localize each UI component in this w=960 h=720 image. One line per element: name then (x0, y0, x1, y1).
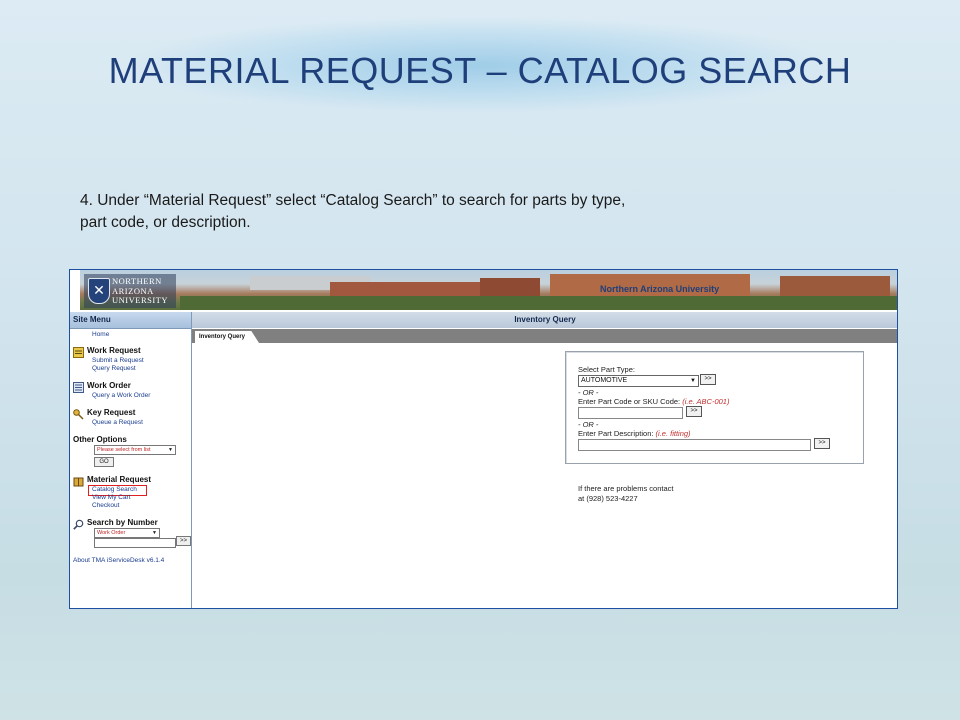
site-menu-sidebar: Site Menu Home Work Request Submit a Req… (70, 312, 192, 608)
notepad-icon (73, 347, 84, 358)
other-options-go-button[interactable]: GO (94, 457, 114, 467)
or-separator: - OR - (578, 388, 599, 397)
sidebar-link-view-my-cart[interactable]: View My Cart (92, 494, 131, 501)
inventory-query-form: Select Part Type: AUTOMOTIVE ▼ >> - OR -… (565, 351, 864, 464)
contact-info: If there are problems contact at (928) 5… (578, 484, 673, 503)
shield-icon: ✕ (88, 278, 110, 304)
part-type-label: Select Part Type: (578, 365, 635, 374)
instruction-text: 4. Under “Material Request” select “Cata… (80, 192, 626, 231)
part-type-go-button[interactable]: >> (700, 374, 716, 385)
search-number-input[interactable] (94, 538, 176, 548)
part-type-value: AUTOMOTIVE (581, 377, 628, 384)
key-request-title: Key Request (87, 408, 136, 417)
banner-site-name: Northern Arizona University (600, 284, 720, 294)
slide-title: MATERIAL REQUEST – CATALOG SEARCH (108, 50, 852, 91)
dropdown-arrow-icon: ▼ (168, 447, 173, 453)
search-number-go-button[interactable]: >> (176, 536, 191, 546)
search-number-type-select[interactable]: Work Order ▼ (94, 528, 160, 538)
magnifier-icon (73, 519, 84, 530)
key-icon (73, 409, 84, 420)
part-code-label: Enter Part Code or SKU Code: (i.e. ABC-0… (578, 397, 729, 406)
part-code-go-button[interactable]: >> (686, 406, 702, 417)
part-description-input[interactable] (578, 439, 811, 451)
logo-line: UNIVERSITY (112, 295, 168, 305)
dropdown-arrow-icon: ▼ (152, 530, 157, 536)
main-header: Inventory Query (192, 312, 897, 328)
sidebar-link-checkout[interactable]: Checkout (92, 502, 119, 509)
site-banner: ✕ NORTHERN ARIZONA UNIVERSITY Northern A… (80, 270, 897, 310)
material-request-title: Material Request (87, 475, 152, 484)
part-code-label-text: Enter Part Code or SKU Code: (578, 397, 681, 406)
sidebar-link-submit-request[interactable]: Submit a Request (92, 357, 144, 364)
contact-phone: at (928) 523-4227 (578, 493, 638, 503)
part-code-hint: (i.e. ABC-001) (682, 397, 730, 406)
about-link[interactable]: About TMA iServiceDesk v6.1.4 (73, 557, 164, 564)
tab-bar: Inventory Query (192, 329, 897, 343)
part-description-label-text: Enter Part Description: (578, 429, 654, 438)
sidebar-link-query-work-order[interactable]: Query a Work Order (92, 392, 150, 399)
part-description-hint: (i.e. fitting) (655, 429, 691, 438)
part-description-go-button[interactable]: >> (814, 438, 830, 449)
app-screenshot: ✕ NORTHERN ARIZONA UNIVERSITY Northern A… (69, 269, 898, 609)
sidebar-link-query-request[interactable]: Query Request (92, 365, 136, 372)
other-options-select[interactable]: Please select from list ▼ (94, 445, 176, 455)
search-number-type-value: Work Order (97, 530, 126, 536)
package-icon (73, 477, 84, 487)
tab-inventory-query[interactable]: Inventory Query (195, 331, 259, 343)
or-separator: - OR - (578, 420, 599, 429)
other-options-select-value: Please select from list (97, 447, 151, 453)
work-request-title: Work Request (87, 346, 141, 355)
search-by-number-title: Search by Number (87, 518, 158, 527)
nau-logo[interactable]: ✕ NORTHERN ARIZONA UNIVERSITY (84, 274, 176, 308)
document-list-icon (73, 382, 84, 393)
part-code-input[interactable] (578, 407, 683, 419)
other-options-title: Other Options (73, 435, 127, 444)
dropdown-arrow-icon: ▼ (690, 378, 696, 384)
sidebar-link-home[interactable]: Home (92, 331, 109, 338)
part-description-label: Enter Part Description: (i.e. fitting) (578, 429, 691, 438)
contact-line: If there are problems contact (578, 484, 674, 493)
work-order-title: Work Order (87, 381, 131, 390)
part-type-select[interactable]: AUTOMOTIVE ▼ (578, 375, 699, 387)
site-menu-header: Site Menu (70, 312, 191, 329)
sidebar-link-queue-request[interactable]: Queue a Request (92, 419, 143, 426)
